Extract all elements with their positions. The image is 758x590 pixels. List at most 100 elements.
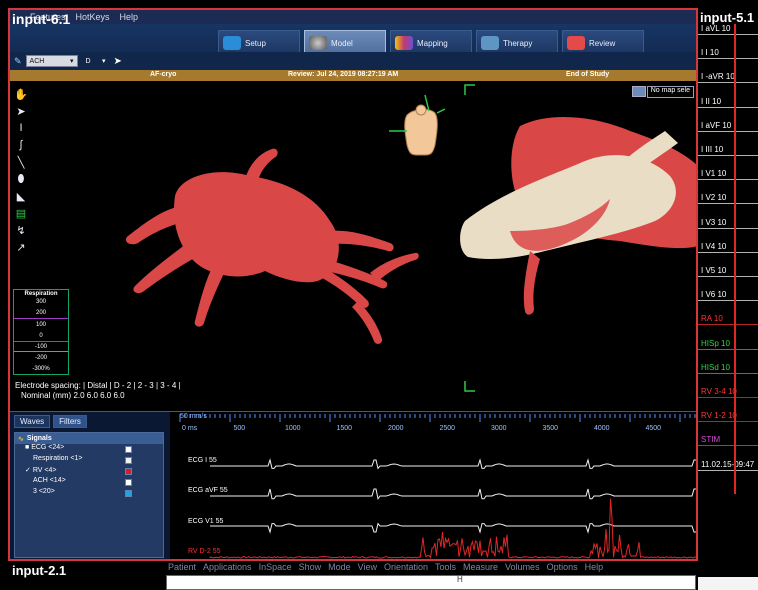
signal-color-swatch[interactable] bbox=[125, 457, 132, 464]
lead-label: I aVF 10 bbox=[701, 120, 732, 130]
signal-row-ach[interactable]: ACH <14> bbox=[15, 477, 163, 488]
menubar: Features HotKeys Help bbox=[10, 10, 696, 24]
mode-label: Review bbox=[589, 38, 616, 48]
signals-icon: ∿ bbox=[18, 435, 24, 443]
lead-label: I -aVR 10 bbox=[701, 72, 735, 82]
signal-row-respiration[interactable]: Respiration <1> bbox=[15, 455, 163, 466]
signals-list: ∿ Signals ■ ECG <24> Respiration <1> ✓ R… bbox=[14, 432, 164, 558]
menu-patient[interactable]: Patient bbox=[168, 562, 196, 572]
signal-label: ECG <24> bbox=[31, 444, 65, 451]
lead-label: I V3 10 bbox=[701, 217, 727, 227]
menu-applications[interactable]: Applications bbox=[203, 562, 252, 572]
map-select[interactable]: No map sele bbox=[646, 86, 694, 98]
signal-label: RV <4> bbox=[32, 467, 57, 474]
signal-color-swatch[interactable] bbox=[125, 479, 132, 486]
menu-measure[interactable]: Measure bbox=[463, 562, 498, 572]
trace-label-ecg-i: ECG I 55 bbox=[188, 457, 217, 464]
mode-label: Mapping bbox=[417, 38, 448, 48]
status-strip: AF-cryo Review: Jul 24, 2019 08:27:19 AM… bbox=[10, 70, 696, 81]
menu-tools[interactable]: Tools bbox=[435, 562, 456, 572]
lead-baseline bbox=[698, 179, 758, 181]
layer-icon[interactable]: ▤ bbox=[12, 206, 30, 220]
respiration-tick: -300% bbox=[32, 366, 50, 372]
lead-label: STIM bbox=[701, 435, 721, 445]
signal-traces[interactable]: 0 ms 500 1000 1500 2000 2500 3000 3500 4000 4500 5… bbox=[170, 412, 696, 559]
signal-row-3[interactable]: 3 <20> bbox=[15, 488, 163, 499]
left-atrium-model bbox=[125, 148, 419, 344]
catheter-value: ACH bbox=[29, 57, 45, 65]
ecg-trace bbox=[210, 488, 696, 501]
time-tick-label: 3000 bbox=[491, 425, 507, 432]
lead-label: I V2 10 bbox=[701, 193, 727, 203]
respiration-panel: Respiration 300 200 100 0 -100 -200 -300… bbox=[13, 289, 69, 375]
pointer-icon[interactable]: ➤ bbox=[12, 104, 30, 118]
bottom-view-canvas[interactable]: H bbox=[166, 575, 696, 590]
signal-color-swatch[interactable] bbox=[125, 468, 132, 475]
catheter-select[interactable]: ACH ▾ bbox=[25, 55, 78, 67]
signal-row-ecg[interactable]: ■ ECG <24> bbox=[15, 444, 163, 455]
3d-model-viewer[interactable]: ✋ ➤ I ∫ ╲ ⬮ ◣ ▤ ↯ ↗ No map sele Respirat… bbox=[10, 81, 696, 411]
pipette-icon[interactable]: ↯ bbox=[12, 223, 30, 237]
pen-icon[interactable]: ✎ bbox=[14, 56, 22, 67]
menu-help[interactable]: Help bbox=[118, 12, 141, 22]
menu-view[interactable]: View bbox=[358, 562, 377, 572]
lead-label: I V4 10 bbox=[701, 241, 727, 251]
sweep-speed: 50 mm/s bbox=[180, 413, 207, 420]
signal-row-rv[interactable]: ✓ RV <4> bbox=[15, 466, 163, 477]
menu-volumes[interactable]: Volumes bbox=[505, 562, 540, 572]
trace-label-ecg-v1: ECG V1 55 bbox=[188, 518, 224, 525]
lead-baseline bbox=[698, 372, 758, 374]
lead-baseline bbox=[698, 203, 758, 205]
signals-header: ∿ Signals bbox=[15, 433, 163, 444]
ecg-trace bbox=[210, 522, 696, 534]
map-toggle-icon[interactable] bbox=[632, 86, 646, 97]
lead-label: I aVL 10 bbox=[701, 24, 731, 33]
menu-mode[interactable]: Mode bbox=[328, 562, 351, 572]
app-menubar: Patient Applications InSpace Show Mode V… bbox=[168, 562, 603, 572]
chevron-down-icon: ▾ bbox=[102, 58, 106, 65]
ellipse-icon[interactable]: ⬮ bbox=[12, 172, 30, 186]
therapy-icon bbox=[481, 36, 499, 50]
time-tick-label: 3500 bbox=[543, 425, 559, 432]
ecg-trace bbox=[210, 458, 696, 470]
text-cursor-icon[interactable]: I bbox=[12, 121, 30, 135]
sub-toolbar: ✎ ACH ▾ D ▾ ➤ bbox=[10, 52, 696, 70]
menu-inspace[interactable]: InSpace bbox=[259, 562, 292, 572]
signal-color-swatch[interactable] bbox=[125, 490, 132, 497]
tab-waves[interactable]: Waves bbox=[14, 415, 51, 428]
signals-title: Signals bbox=[26, 435, 52, 442]
cursor-icon[interactable]: ➤ bbox=[114, 56, 122, 67]
menu-help[interactable]: Help bbox=[585, 562, 604, 572]
lead-label: I V6 10 bbox=[701, 290, 727, 300]
menu-show[interactable]: Show bbox=[299, 562, 322, 572]
curve-icon[interactable]: ∫ bbox=[12, 138, 30, 152]
end-of-study-button[interactable]: End of Study bbox=[566, 71, 609, 78]
time-tick-label: 2000 bbox=[388, 425, 404, 432]
menu-options[interactable]: Options bbox=[547, 562, 578, 572]
lead-baseline bbox=[698, 82, 758, 84]
line-icon[interactable]: ╲ bbox=[12, 155, 30, 169]
hand-icon[interactable]: ✋ bbox=[12, 87, 30, 101]
bottom-app-strip: input-2.1 Patient Applications InSpace S… bbox=[0, 561, 758, 590]
bottom-right-control[interactable] bbox=[698, 577, 758, 590]
electrode-select[interactable]: D ▾ bbox=[81, 55, 110, 67]
eraser-icon[interactable]: ◣ bbox=[12, 189, 30, 203]
lead-baseline bbox=[698, 106, 758, 108]
trace-label-ecg-avf: ECG aVF 55 bbox=[188, 487, 228, 494]
ecg-lead-panel: input-5.1 I aVL 10 I I 10 I -aVR 10 I II 10… bbox=[698, 10, 758, 560]
anatomy-svg bbox=[125, 84, 696, 392]
catheter-tool-icon[interactable]: ↗ bbox=[12, 240, 30, 254]
lead-label: RV 1-2 10 bbox=[701, 411, 737, 421]
respiration-tick: 0 bbox=[39, 333, 43, 339]
menu-orientation[interactable]: Orientation bbox=[384, 562, 428, 572]
review-icon bbox=[567, 36, 585, 50]
signal-color-swatch[interactable] bbox=[125, 446, 132, 453]
time-tick-label: 4500 bbox=[646, 425, 662, 432]
respiration-tick: -200 bbox=[34, 355, 47, 361]
tab-filters[interactable]: Filters bbox=[53, 415, 87, 428]
mapping-icon bbox=[395, 36, 413, 50]
mode-label: Model bbox=[331, 38, 353, 48]
trace-label-rv: RV D-2 55 bbox=[188, 548, 221, 555]
menu-hotkeys[interactable]: HotKeys bbox=[74, 12, 112, 22]
time-tick-label: 0 ms bbox=[182, 425, 198, 432]
